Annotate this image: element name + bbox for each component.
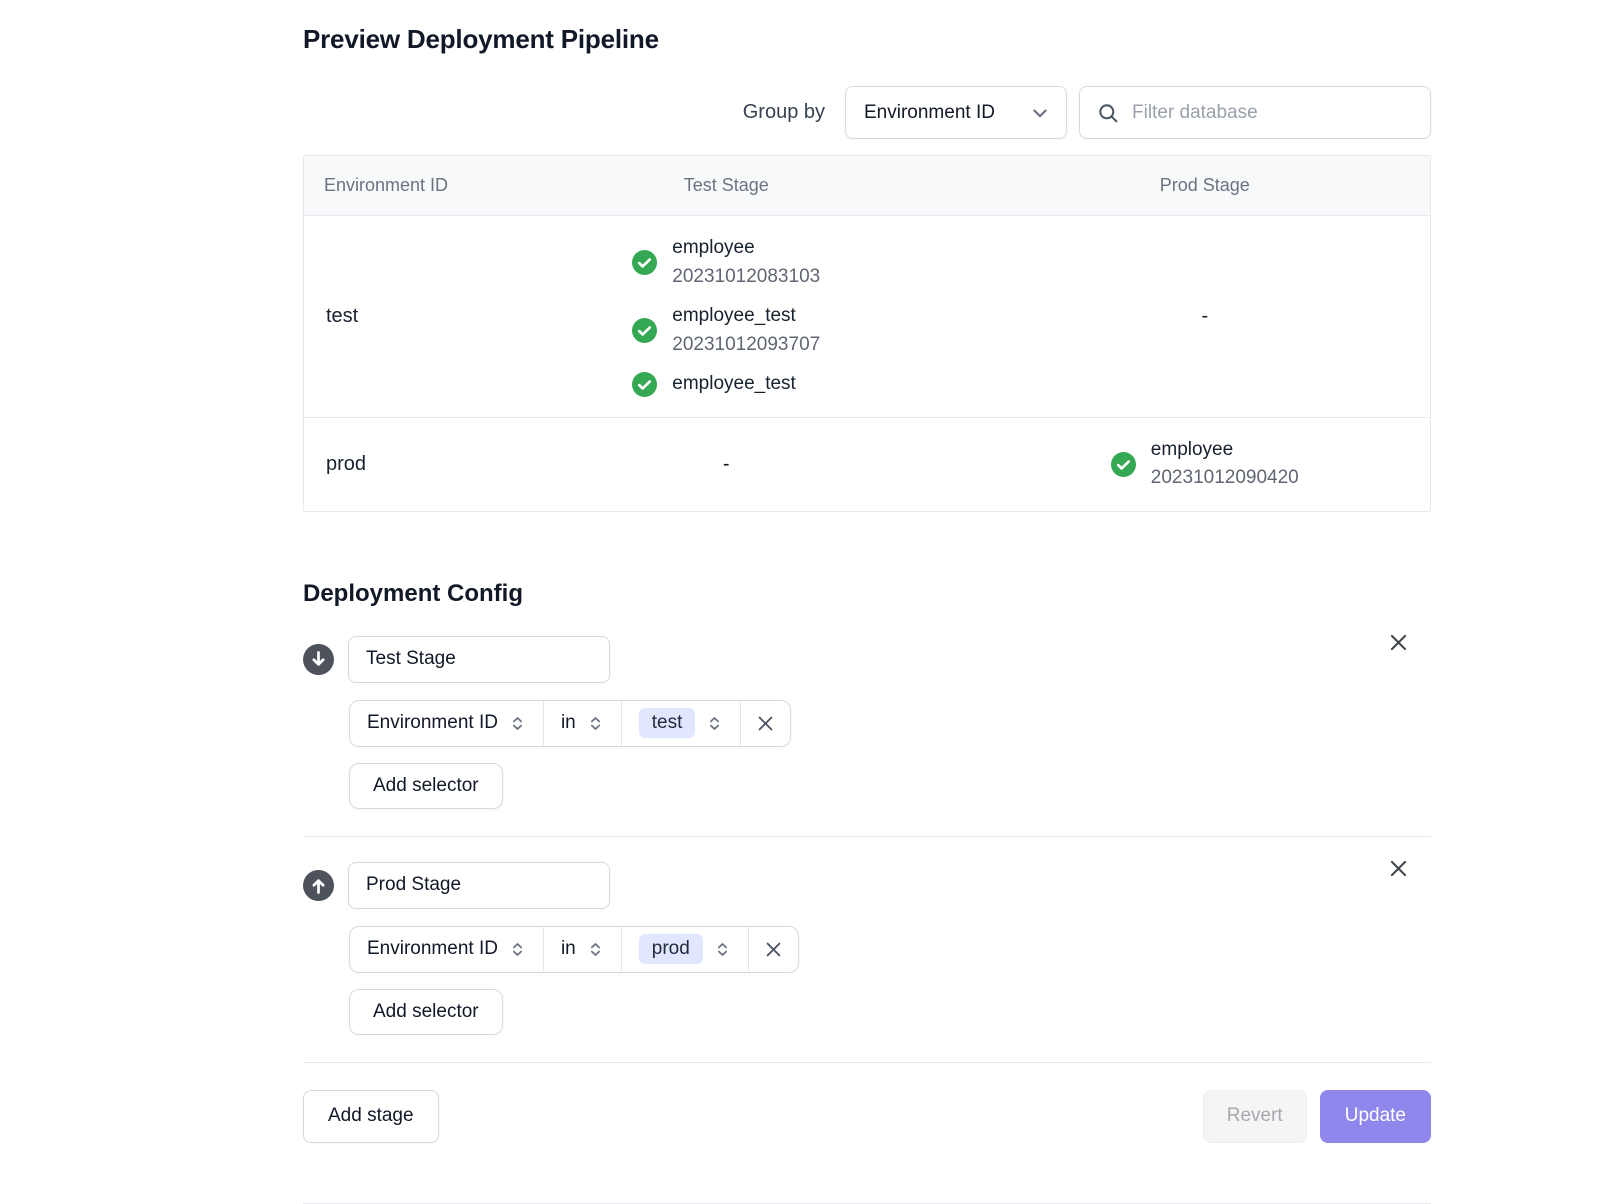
check-circle-icon <box>632 372 657 397</box>
selector-operator-dropdown[interactable]: in <box>543 701 621 746</box>
empty-stage-dash: - <box>723 453 730 476</box>
database-item: employee 20231012083103 <box>632 234 820 291</box>
empty-stage-dash: - <box>1201 305 1208 328</box>
remove-stage-button[interactable] <box>1387 632 1409 654</box>
database-version: 20231012083103 <box>672 263 820 292</box>
add-selector-button[interactable]: Add selector <box>349 763 503 809</box>
selector-key-value: Environment ID <box>367 712 498 734</box>
test-stage-cell: employee 20231012083103 employee_test 20… <box>473 216 980 417</box>
database-list: employee 20231012090420 <box>1111 436 1299 493</box>
arrow-up-circle-icon <box>303 870 334 901</box>
database-name: employee <box>1151 436 1299 465</box>
selector-operator-value: in <box>561 712 576 734</box>
column-header-test-stage: Test Stage <box>473 156 980 215</box>
table-row-prod: prod - employee 20231012090420 <box>304 417 1430 511</box>
selector-value-dropdown[interactable]: test <box>621 701 741 746</box>
group-by-label: Group by <box>743 101 825 124</box>
chevrons-up-down-icon <box>706 715 723 732</box>
database-item: employee_test 20231012093707 <box>632 302 820 359</box>
database-name: employee <box>672 234 820 263</box>
selector-operator-value: in <box>561 938 576 960</box>
config-stage-prod: Environment ID in prod Add selector <box>303 837 1431 1063</box>
pipeline-table: Environment ID Test Stage Prod Stage tes… <box>303 155 1431 512</box>
environment-name: test <box>304 216 473 417</box>
stage-name-input[interactable] <box>348 862 610 909</box>
deployment-config-title: Deployment Config <box>303 580 1431 608</box>
database-version: 20231012093707 <box>672 331 820 360</box>
pipeline-table-header: Environment ID Test Stage Prod Stage <box>304 156 1430 215</box>
database-version: 20231012090420 <box>1151 464 1299 493</box>
check-circle-icon <box>1111 452 1136 477</box>
preview-deployment-pipeline-page: Preview Deployment Pipeline Group by Env… <box>303 0 1431 1204</box>
add-selector-button[interactable]: Add selector <box>349 989 503 1035</box>
selector-value-tag: test <box>639 708 696 738</box>
environment-name: prod <box>304 418 473 511</box>
test-stage-cell: - <box>473 418 980 511</box>
selector-operator-dropdown[interactable]: in <box>543 927 621 972</box>
selector-key-dropdown[interactable]: Environment ID <box>350 927 543 972</box>
check-circle-icon <box>632 250 657 275</box>
database-item: employee 20231012090420 <box>1111 436 1299 493</box>
selector-value-tag: prod <box>639 934 703 964</box>
column-header-prod-stage: Prod Stage <box>980 156 1430 215</box>
add-stage-button[interactable]: Add stage <box>303 1090 439 1143</box>
search-icon <box>1096 101 1120 125</box>
filter-database-box <box>1079 86 1431 139</box>
database-name: employee_test <box>672 370 796 399</box>
database-list: employee 20231012083103 employee_test 20… <box>632 234 820 399</box>
column-header-environment-id: Environment ID <box>304 156 473 215</box>
remove-selector-button[interactable] <box>740 701 790 746</box>
check-circle-icon <box>632 318 657 343</box>
selector-rule: Environment ID in test <box>349 700 791 747</box>
selector-rule: Environment ID in prod <box>349 926 799 973</box>
close-icon <box>756 714 775 733</box>
chevrons-up-down-icon <box>509 941 526 958</box>
remove-stage-button[interactable] <box>1387 858 1409 880</box>
table-row-test: test employee 20231012083103 employee_te… <box>304 215 1430 417</box>
database-item: employee_test <box>632 370 796 399</box>
arrow-down-circle-icon <box>303 644 334 675</box>
config-stage-test: Environment ID in test Add selector <box>303 608 1431 837</box>
chevrons-up-down-icon <box>714 941 731 958</box>
group-by-selected-value: Environment ID <box>864 102 995 124</box>
chevrons-up-down-icon <box>587 941 604 958</box>
prod-stage-cell: employee 20231012090420 <box>980 418 1430 511</box>
config-footer: Add stage Revert Update <box>303 1090 1431 1204</box>
chevrons-up-down-icon <box>509 715 526 732</box>
group-by-select[interactable]: Environment ID <box>845 86 1067 139</box>
selector-key-value: Environment ID <box>367 938 498 960</box>
close-icon <box>764 940 783 959</box>
update-button[interactable]: Update <box>1320 1090 1431 1143</box>
selector-key-dropdown[interactable]: Environment ID <box>350 701 543 746</box>
page-title: Preview Deployment Pipeline <box>303 24 1431 55</box>
chevron-down-icon <box>1030 103 1050 123</box>
chevrons-up-down-icon <box>587 715 604 732</box>
selector-value-dropdown[interactable]: prod <box>621 927 748 972</box>
stage-name-input[interactable] <box>348 636 610 683</box>
remove-selector-button[interactable] <box>748 927 798 972</box>
revert-button[interactable]: Revert <box>1203 1090 1307 1143</box>
prod-stage-cell: - <box>980 216 1430 417</box>
database-name: employee_test <box>672 302 820 331</box>
filter-database-input[interactable] <box>1132 102 1414 124</box>
table-controls: Group by Environment ID <box>303 86 1431 139</box>
